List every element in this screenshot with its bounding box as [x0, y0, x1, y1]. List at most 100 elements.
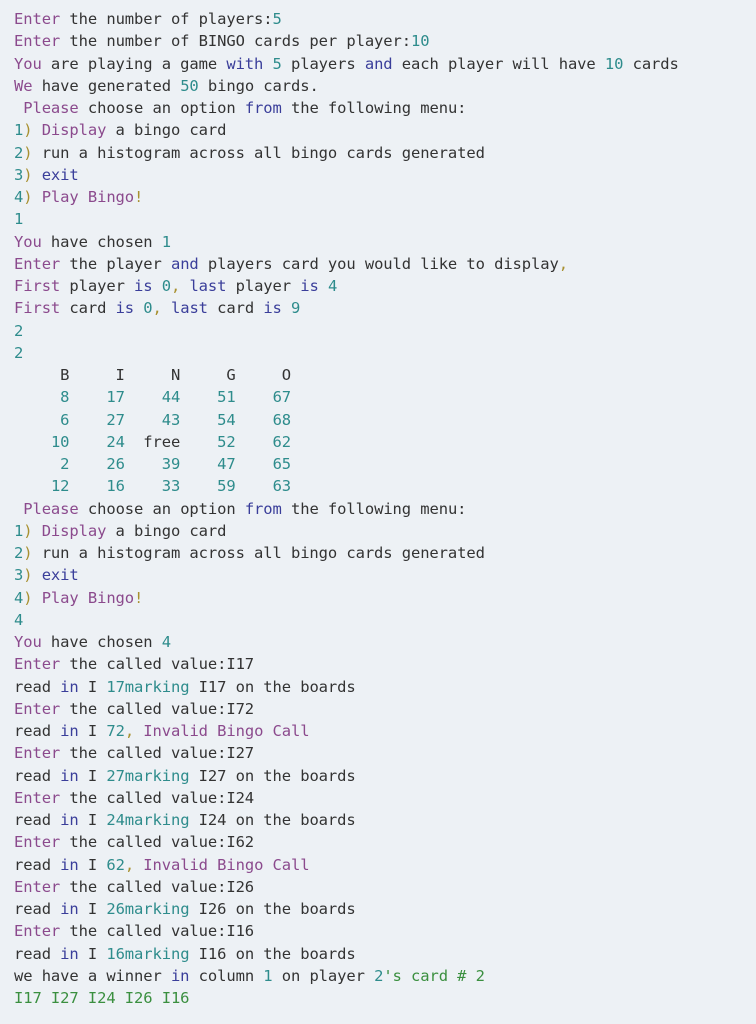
console-token: a bingo card — [106, 121, 227, 140]
console-token: in — [60, 944, 79, 963]
console-token: 4 — [14, 188, 24, 206]
console-token — [125, 411, 162, 429]
console-token: have chosen — [41, 633, 162, 651]
console-token: You — [14, 633, 42, 651]
console-token: , — [124, 855, 135, 874]
console-token: and — [364, 54, 393, 73]
console-token: I — [78, 766, 107, 785]
console-token: the called value:I72 — [60, 699, 255, 718]
console-token: 59 — [217, 477, 236, 496]
console-token: read — [14, 722, 61, 740]
console-line-menu-item: 2) run a histogram across all bingo card… — [14, 142, 679, 164]
console-token: column — [189, 966, 264, 985]
console-token: Enter — [14, 833, 61, 852]
console-token: We — [14, 76, 33, 95]
console-line-prompt: Enter the called value:I27 — [14, 742, 679, 764]
console-token: 16 — [106, 477, 125, 496]
console-line-prompt: Enter the called value:I72 — [14, 698, 679, 720]
console-token — [14, 455, 60, 473]
console-token: 17marking — [106, 677, 190, 696]
console-line-prompt: Enter the called value:I26 — [14, 876, 679, 898]
console-line-output: I17 I27 I24 I26 I16 — [14, 987, 679, 1009]
console-token: B I N G O — [14, 366, 291, 384]
console-token: Display — [41, 121, 107, 140]
console-token: I17 on the boards — [189, 677, 356, 696]
console-line-menu-item: 4) Play Bingo! — [14, 186, 679, 208]
console-line-output: read in I 17marking I17 on the boards — [14, 676, 679, 698]
console-line-card-row: 8 17 44 51 67 — [14, 386, 679, 408]
console-token: players card you would like to display — [198, 254, 559, 273]
console-token: is — [134, 277, 153, 295]
console-line-output: we have a winner in column 1 on player 2… — [14, 965, 679, 987]
console-token: from — [244, 499, 282, 518]
console-token: is — [300, 277, 319, 295]
console-token: Please — [23, 99, 79, 117]
console-token: 2 — [14, 343, 24, 362]
console-token — [69, 388, 106, 406]
console-token: Invalid Bingo Call — [143, 855, 310, 874]
console-token: Enter — [14, 699, 61, 718]
console-token: have chosen — [41, 232, 162, 251]
console-line-output: You are playing a game with 5 players an… — [14, 53, 679, 75]
console-token: 2 — [14, 143, 24, 162]
console-token: read — [14, 677, 61, 696]
console-token: in — [60, 722, 79, 740]
console-token: have generated — [32, 76, 181, 95]
console-token — [180, 477, 217, 495]
console-token — [69, 411, 106, 429]
console-token: free — [124, 432, 218, 451]
console-token: in — [60, 766, 79, 785]
console-token — [236, 455, 273, 473]
console-token: Please — [23, 499, 79, 518]
console-token: a bingo card — [106, 521, 227, 540]
console-token: , — [558, 254, 568, 273]
console-token: 44 — [161, 388, 181, 407]
console-token: 4 — [327, 277, 338, 295]
console-line-menu-title: Please choose an option from the followi… — [14, 97, 679, 119]
console-token: 63 — [272, 477, 292, 496]
console-token: 2 — [374, 966, 384, 985]
console-token: the number of players: — [60, 10, 273, 28]
console-token: 65 — [272, 455, 292, 473]
console-token: card — [60, 299, 116, 318]
console-token — [14, 500, 23, 518]
console-token: 27marking — [106, 766, 190, 785]
console-token: Enter — [14, 32, 61, 51]
console-line-prompt: Enter the called value:I62 — [14, 831, 679, 853]
console-token: , — [124, 722, 135, 740]
console-token: You — [14, 232, 42, 251]
console-token: the called value:I24 — [60, 788, 255, 807]
console-token: 27 — [106, 410, 125, 429]
console-token: I — [78, 855, 107, 874]
console-token — [236, 411, 273, 429]
console-line-card-row: 10 24 free 52 62 — [14, 431, 679, 453]
console-token: the following menu: — [281, 99, 467, 117]
console-token: Enter — [14, 254, 61, 273]
console-line-prompt: Enter the called value:I16 — [14, 920, 679, 942]
console-token: and — [170, 254, 199, 273]
console-token: Enter — [14, 922, 61, 941]
console-token: each player will have — [392, 54, 605, 73]
console-token: Play Bingo — [41, 588, 135, 607]
console-line-menu-title: Please choose an option from the followi… — [14, 498, 679, 520]
console-token: 1 — [14, 210, 24, 229]
console-line-menu-item: 1) Display a bingo card — [14, 520, 679, 542]
console-token: the called value:I17 — [60, 655, 255, 674]
console-token: the called value:I62 — [60, 833, 255, 852]
console-token: 1 — [263, 966, 273, 985]
console-line-output: read in I 27marking I27 on the boards — [14, 765, 679, 787]
console-line-input: 2 — [14, 320, 679, 342]
console-token: 10 — [410, 32, 430, 51]
console-line-output: You have chosen 4 — [14, 631, 679, 653]
console-token: 62 — [272, 432, 292, 451]
console-token: 9 — [291, 299, 301, 318]
console-token: card — [207, 299, 264, 318]
console-token: Enter — [14, 655, 61, 674]
console-token: I — [78, 900, 107, 918]
console-token: First — [14, 299, 61, 318]
console-token: cards — [623, 54, 679, 73]
console-line-card-row: 12 16 33 59 63 — [14, 475, 679, 497]
console-token: ! — [134, 588, 144, 607]
console-token: 33 — [161, 477, 181, 496]
console-token: , — [152, 299, 162, 318]
